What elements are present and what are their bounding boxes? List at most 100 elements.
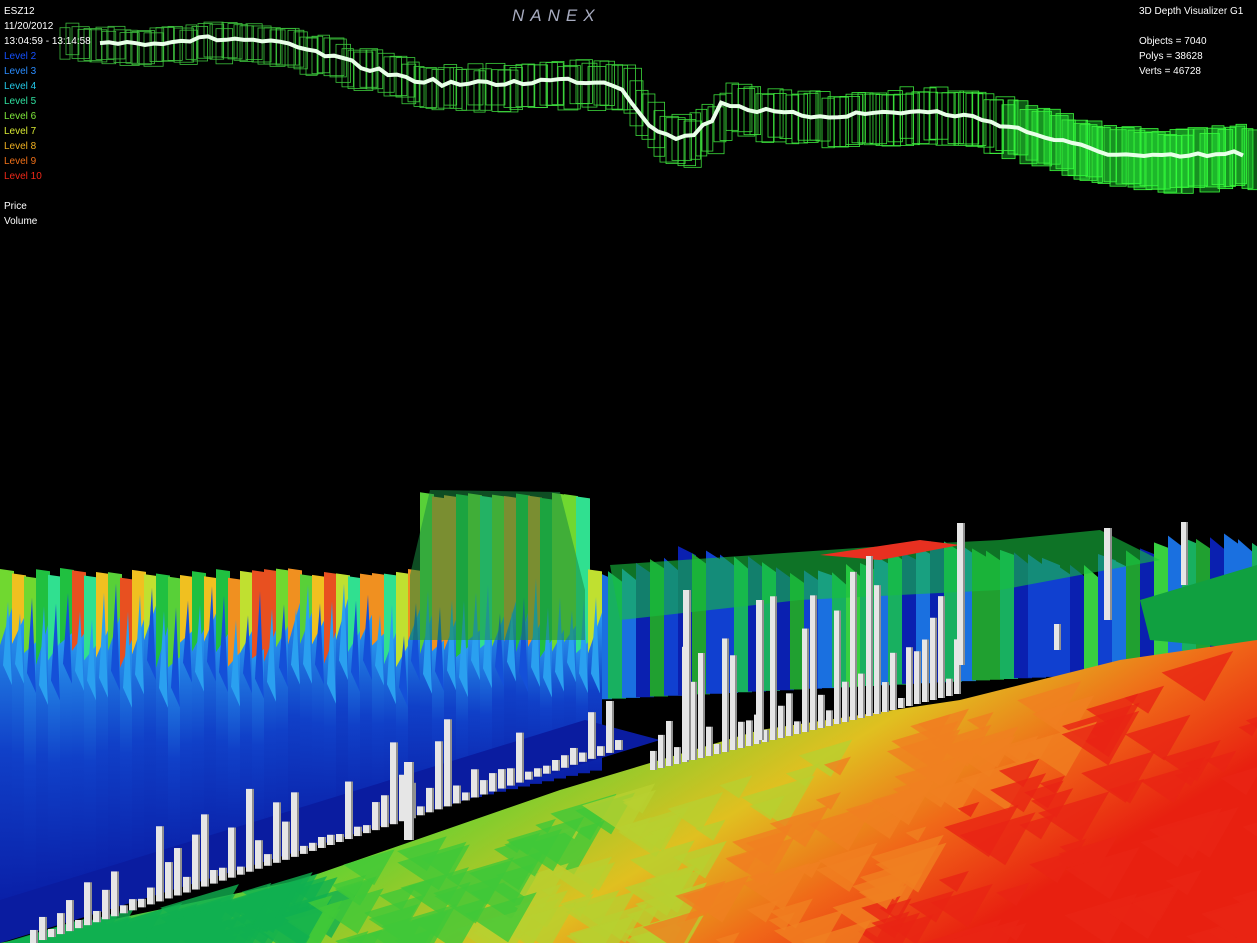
legend-level-5: Level 5 xyxy=(4,96,37,107)
volume-bar xyxy=(138,898,144,908)
volume-bar-shade xyxy=(423,806,425,816)
volume-bar-shade xyxy=(351,781,353,840)
volume-bar xyxy=(327,834,333,845)
volume-bar-shade xyxy=(671,720,673,766)
volume-bar xyxy=(30,929,36,943)
volume-bar xyxy=(255,840,261,869)
volume-bar xyxy=(354,826,360,837)
volume-bar-shade xyxy=(594,712,596,759)
volume-bar xyxy=(300,845,306,854)
volume-bar-shade xyxy=(189,876,191,893)
volume-bar-shade xyxy=(703,653,705,758)
volume-bar xyxy=(738,721,743,748)
volume-bar-shade xyxy=(927,639,929,702)
volume-bar-shade xyxy=(144,898,146,908)
volume-bar-shade xyxy=(963,523,965,665)
volume-bar xyxy=(417,806,423,816)
volume-bar-shade xyxy=(767,729,769,742)
volume-bar-shade xyxy=(879,585,881,714)
volume-bar-shade xyxy=(567,755,569,768)
bid-tall-block xyxy=(410,490,585,640)
volume-bar-shade xyxy=(153,887,155,905)
depth-3d-scene[interactable] xyxy=(0,0,1257,943)
volume-bar-shade xyxy=(432,787,434,813)
volume-bar xyxy=(174,848,180,896)
ribbon-box xyxy=(545,62,564,107)
volume-bar-shade xyxy=(695,681,697,760)
volume-bar xyxy=(579,752,585,762)
volume-bar xyxy=(561,755,567,768)
volume-bar-shade xyxy=(450,719,452,807)
volume-bar-shade xyxy=(504,769,506,789)
volume-bar-shade xyxy=(919,651,921,704)
legend-level-3: Level 3 xyxy=(4,66,37,77)
volume-bar-shade xyxy=(162,826,164,902)
volume-bar-shade xyxy=(90,882,92,926)
volume-bar xyxy=(786,693,791,736)
ribbon-box xyxy=(539,61,558,106)
volume-bar xyxy=(1104,528,1110,620)
stats-panel: 3D Depth Visualizer G1 Objects = 7040 Po… xyxy=(1139,4,1243,79)
volume-bar xyxy=(156,826,162,902)
ribbon-box xyxy=(905,92,920,146)
volume-bar-shade xyxy=(369,825,371,834)
volume-bar xyxy=(543,765,549,774)
volume-bar-shade xyxy=(1110,528,1112,620)
volume-bar xyxy=(471,769,477,798)
volume-bar xyxy=(525,771,531,780)
volume-bar-shade xyxy=(735,655,737,750)
volume-bar xyxy=(730,655,735,750)
volume-bar xyxy=(228,827,234,878)
volume-bar-shade xyxy=(315,842,317,851)
volume-bar xyxy=(834,610,839,724)
volume-bar xyxy=(746,720,751,746)
volume-bar xyxy=(946,678,951,696)
ribbon-box xyxy=(419,67,437,108)
date-label: 11/20/2012 xyxy=(4,21,54,32)
ribbon-box xyxy=(263,27,281,65)
volume-bar-shade xyxy=(54,928,56,938)
ribbon-box xyxy=(869,92,888,145)
volume-bar-shade xyxy=(871,555,873,716)
volume-bar xyxy=(957,523,963,665)
volume-bar xyxy=(770,596,775,740)
volume-bar-shade xyxy=(612,700,614,753)
volume-bar xyxy=(794,721,799,734)
volume-bar xyxy=(930,617,935,700)
volume-bar xyxy=(498,769,504,789)
ribbon-box xyxy=(701,103,714,152)
volume-bar-shade xyxy=(477,769,479,798)
volume-bar xyxy=(480,780,486,795)
volume-bar xyxy=(426,787,432,813)
polys-count: Polys = 38628 xyxy=(1139,51,1203,62)
volume-bar-shade xyxy=(234,827,236,878)
volume-bar-shade xyxy=(727,638,729,752)
volume-bar-shade xyxy=(459,785,461,804)
volume-bar xyxy=(147,887,153,905)
volume-bar-shade xyxy=(198,834,200,890)
volume-bar-shade xyxy=(360,826,362,837)
volume-bar-shade xyxy=(689,590,691,760)
volume-bar xyxy=(291,792,297,857)
volume-bar xyxy=(264,854,270,866)
volume-bar-shade xyxy=(63,913,65,935)
ribbon-box xyxy=(425,67,437,109)
legend-level-8: Level 8 xyxy=(4,141,37,152)
volume-bar-shade xyxy=(135,899,137,911)
volume-legend-item: Volume xyxy=(4,216,38,227)
ribbon-box xyxy=(455,69,467,111)
volume-bar-shade xyxy=(719,743,721,754)
volume-bar xyxy=(84,882,90,926)
volume-bar-shade xyxy=(855,571,857,720)
volume-bar-shade xyxy=(522,732,524,783)
ribbon-box xyxy=(257,27,278,65)
volume-bar-shade xyxy=(45,916,47,941)
volume-bar-shade xyxy=(1186,522,1188,585)
volume-bar-shade xyxy=(117,871,119,917)
volume-bar-shade xyxy=(895,652,897,710)
ribbon-box xyxy=(233,24,249,61)
volume-bar-shade xyxy=(887,682,889,712)
volume-bar-shade xyxy=(36,929,38,943)
legend-level-9: Level 9 xyxy=(4,156,37,167)
ribbon-box xyxy=(137,30,155,65)
